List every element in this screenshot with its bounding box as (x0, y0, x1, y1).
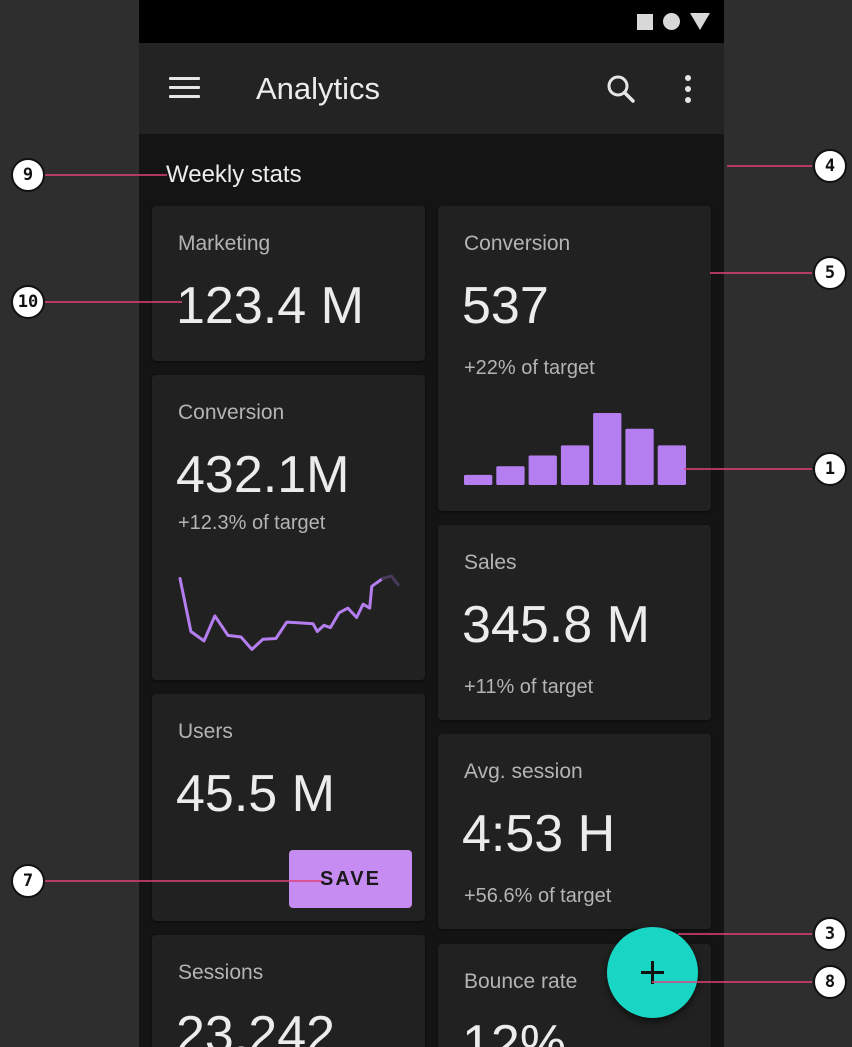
recent-apps-icon (637, 13, 653, 30)
callout-5: 5 (813, 256, 847, 290)
app-title: Analytics (256, 71, 381, 106)
card-label: Users (178, 720, 233, 743)
conversion-line-card[interactable]: Conversion 432.1M +12.3% of target (152, 375, 425, 680)
sales-card[interactable]: Sales 345.8 M +11% of target (438, 525, 711, 720)
card-label: Sessions (178, 961, 264, 984)
sessions-card[interactable]: Sessions 23,242 (152, 935, 425, 1047)
back-icon (690, 13, 710, 30)
phone-screen: Analytics Weekly stats Marketing 123.4 M… (139, 0, 724, 1047)
callout-3: 3 (813, 917, 847, 951)
card-value: 23,242 (176, 1006, 336, 1047)
conversion-bar-card[interactable]: Conversion 537 +22% of target (438, 206, 711, 511)
callout-10: 10 (11, 285, 45, 319)
status-bar (139, 0, 724, 43)
sparkline-series (178, 577, 385, 651)
sparkline-faded-tail (381, 574, 400, 587)
avg-session-card[interactable]: Avg. session 4:53 H +56.6% of target (438, 734, 711, 929)
bar-mark (528, 455, 557, 485)
marketing-card[interactable]: Marketing 123.4 M (152, 206, 425, 361)
card-value: 4:53 H (462, 805, 616, 863)
card-value: 123.4 M (176, 277, 364, 335)
search-icon[interactable] (605, 73, 637, 105)
home-icon (663, 13, 680, 30)
add-fab-button[interactable] (607, 927, 698, 1018)
card-target-text: +22% of target (464, 357, 595, 379)
card-value: 537 (462, 277, 549, 335)
card-target-text: +12.3% of target (178, 512, 326, 534)
card-label: Conversion (178, 401, 285, 424)
menu-icon[interactable] (169, 77, 200, 99)
sparkline-chart (178, 574, 400, 651)
bar-mark (496, 466, 525, 485)
card-label: Sales (464, 551, 517, 574)
bar-mark (625, 428, 654, 485)
top-app-bar: Analytics (139, 43, 724, 134)
card-label: Bounce rate (464, 970, 578, 993)
card-target-text: +11% of target (464, 676, 594, 698)
card-value: 45.5 M (176, 765, 335, 823)
card-target-text: +56.6% of target (464, 885, 612, 907)
callout-8: 8 (813, 965, 847, 999)
card-value: 432.1M (176, 446, 350, 504)
callout-1: 1 (813, 452, 847, 486)
plus-icon (641, 961, 664, 984)
card-value: 345.8 M (462, 596, 650, 654)
card-label: Marketing (178, 232, 271, 255)
bar-mark (464, 474, 493, 485)
bar-chart (464, 413, 686, 485)
callout-7: 7 (11, 864, 45, 898)
card-value: 12% (462, 1015, 567, 1047)
card-label: Avg. session (464, 760, 583, 783)
save-button[interactable]: SAVE (289, 850, 412, 908)
section-title: Weekly stats (166, 161, 302, 188)
users-card[interactable]: Users 45.5 M SAVE (152, 694, 425, 921)
callout-9: 9 (11, 158, 45, 192)
bar-mark (657, 445, 686, 485)
more-vert-icon[interactable] (679, 73, 697, 105)
bar-mark (593, 413, 622, 485)
bar-mark (560, 445, 590, 485)
callout-4: 4 (813, 149, 847, 183)
card-label: Conversion (464, 232, 571, 255)
